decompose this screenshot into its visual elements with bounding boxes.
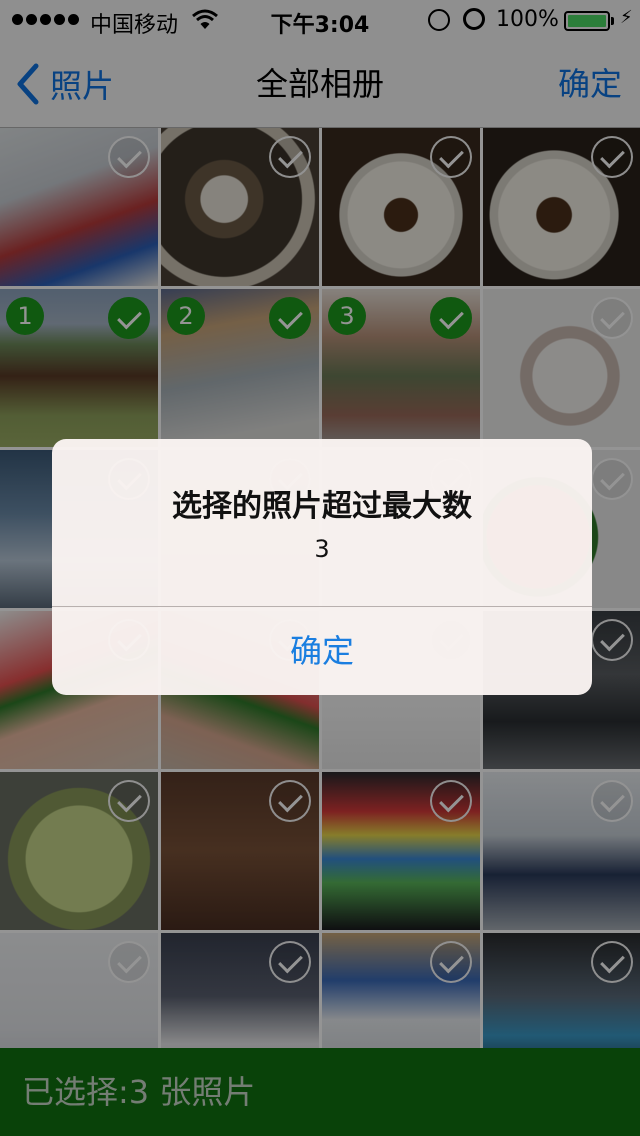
alert-dialog: 选择的照片超过最大数 3 确定: [52, 439, 592, 695]
alert-message: 3: [314, 535, 330, 563]
alert-confirm-button[interactable]: 确定: [52, 607, 592, 695]
alert-title: 选择的照片超过最大数: [172, 489, 472, 524]
